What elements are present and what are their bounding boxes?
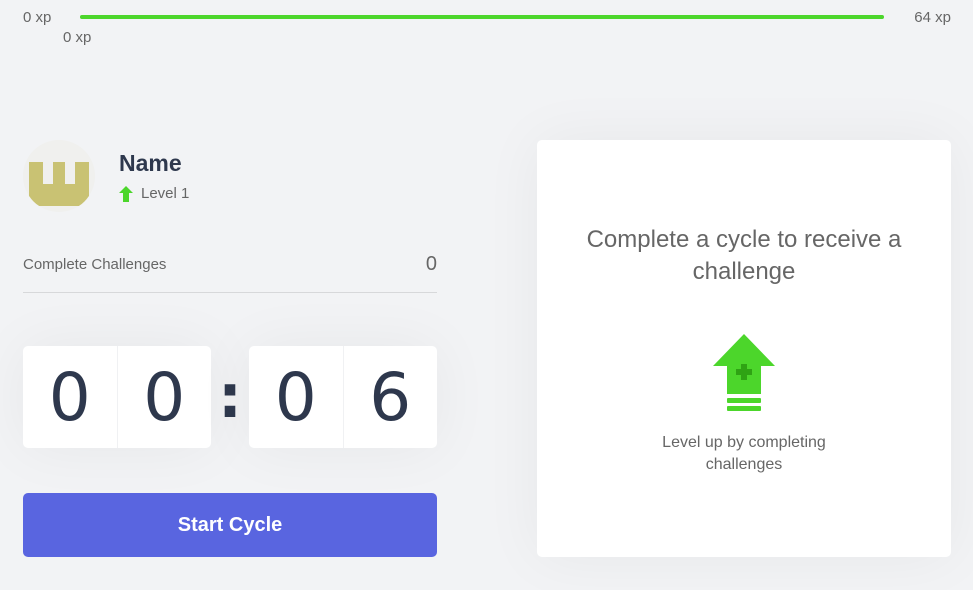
countdown-timer: 0 0 : 0 6 xyxy=(23,346,437,448)
level-up-icon xyxy=(713,334,775,411)
level-row: Level 1 xyxy=(119,185,189,202)
completed-challenges-label: Complete Challenges xyxy=(23,256,167,273)
profile-info: Name Level 1 xyxy=(119,150,189,202)
xp-bar: 0 xp 0 xp 64 xp xyxy=(0,0,973,60)
minutes-display: 0 0 xyxy=(23,346,211,448)
minute-tens-digit: 0 xyxy=(48,358,91,436)
completed-challenges-count: 0 xyxy=(425,253,437,275)
start-cycle-button[interactable]: Start Cycle xyxy=(23,493,437,557)
level-label: Level 1 xyxy=(141,185,190,202)
xp-progress-fill xyxy=(80,15,884,19)
avatar-logo xyxy=(29,162,89,206)
challenge-box: Complete a cycle to receive a challenge … xyxy=(537,140,951,557)
xp-current-label: 0 xp xyxy=(63,29,92,46)
level-up-arrow-icon xyxy=(119,185,133,202)
time-separator: : xyxy=(218,362,242,432)
profile-name: Name xyxy=(119,150,182,176)
xp-track xyxy=(80,15,884,19)
xp-min-label: 0 xp xyxy=(23,9,52,26)
minute-ones-digit: 0 xyxy=(116,346,212,448)
avatar xyxy=(23,140,95,212)
challenge-title: Complete a cycle to receive a challenge xyxy=(586,226,902,285)
xp-max-label: 64 xp xyxy=(914,9,951,26)
profile: Name Level 1 xyxy=(23,140,189,212)
second-tens-digit: 0 xyxy=(274,358,317,436)
challenge-description: Level up by completing challenges xyxy=(662,434,826,473)
second-ones-digit: 6 xyxy=(342,346,438,448)
seconds-display: 0 6 xyxy=(249,346,437,448)
completed-challenges: Complete Challenges 0 xyxy=(23,250,437,293)
